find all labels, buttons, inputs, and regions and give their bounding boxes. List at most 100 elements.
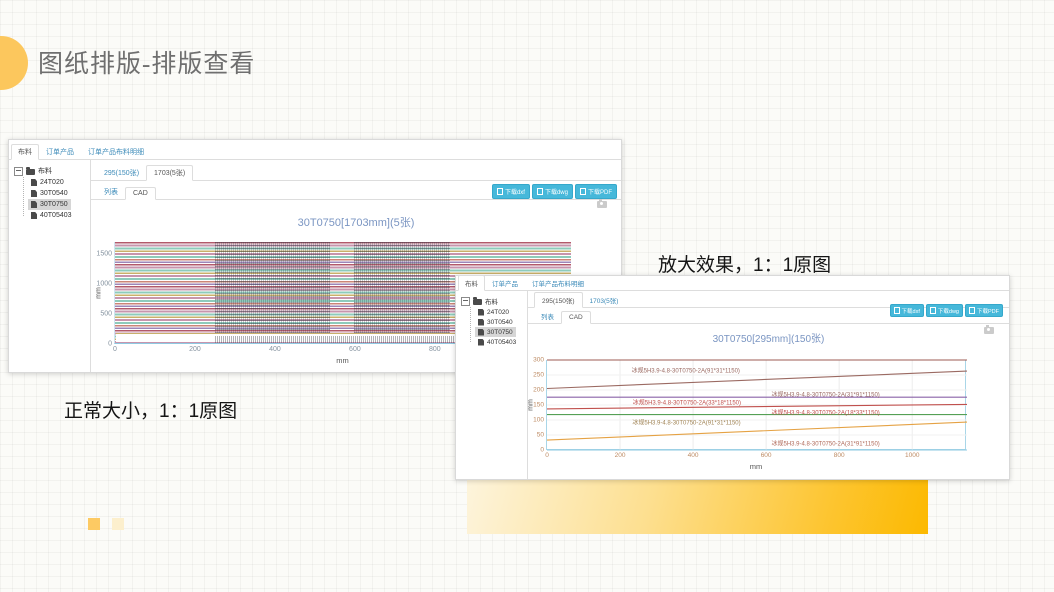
tab-1703[interactable]: 1703(5张): [146, 165, 193, 181]
download-dxf-button[interactable]: 下载dxf: [890, 304, 924, 317]
tree-item-selected[interactable]: 30T0750: [475, 327, 516, 337]
export-icon: [969, 307, 975, 314]
tab-295[interactable]: 295(150张): [97, 166, 146, 180]
deco-square-pale: [112, 518, 124, 530]
tree-item-label: 24T020: [487, 309, 509, 316]
tree-root[interactable]: 布料: [461, 295, 527, 307]
export-icon: [537, 188, 543, 195]
file-icon: [31, 201, 37, 208]
export-icon: [894, 307, 900, 314]
tree-item[interactable]: 24T020: [28, 177, 67, 188]
chart-title: 30T0750[1703mm](5张): [91, 214, 621, 230]
tree-item-label: 30T0750: [40, 201, 68, 208]
download-pdf-button[interactable]: 下载PDF: [575, 184, 617, 199]
tree-item[interactable]: 30T0540: [475, 317, 516, 327]
tick-label: 0: [113, 346, 117, 353]
tick-label: 500: [100, 311, 112, 318]
caption-normal-size: 正常大小，1：1原图: [64, 396, 237, 423]
tree-item[interactable]: 30T0540: [28, 188, 71, 199]
tick-label: 200: [533, 387, 544, 394]
tab-order-product[interactable]: 订单产品: [485, 276, 525, 290]
folder-icon: [26, 169, 35, 175]
tree-item[interactable]: 24T020: [475, 307, 512, 317]
tab-1703[interactable]: 1703(5张): [583, 293, 626, 307]
tree-root[interactable]: 布料: [14, 165, 90, 177]
tree-item[interactable]: 40T05403: [28, 210, 75, 221]
piece-label: 冰规5H3.9-4.8-30T0750-2A(33*18*1150): [633, 398, 741, 407]
expander-icon[interactable]: [14, 167, 23, 176]
tree-item[interactable]: 40T05403: [475, 337, 519, 347]
tree-root-label: 布料: [485, 296, 498, 306]
tree-item-selected[interactable]: 30T0750: [28, 199, 71, 210]
export-icon: [580, 188, 586, 195]
tab-list[interactable]: 列表: [97, 185, 125, 199]
deco-square-solid: [88, 518, 100, 530]
tab-fabric[interactable]: 布料: [458, 275, 485, 291]
nav-tabs: 布料 订单产品 订单产品布料明细: [9, 140, 621, 160]
tab-295[interactable]: 295(150张): [534, 292, 583, 308]
piece-label: 冰规5H3.9-4.8-30T0750-2A(18*33*1150): [772, 407, 880, 416]
tick-label: 150: [533, 402, 544, 409]
tab-list[interactable]: 列表: [534, 309, 561, 323]
file-icon: [478, 309, 484, 316]
file-icon: [31, 212, 37, 219]
nesting-plot-zoomed[interactable]: 冰规5H3.9-4.8-30T0750-2A(91*31*1150) 冰规5H3.…: [546, 360, 966, 450]
download-dwg-button[interactable]: 下载dwg: [926, 304, 963, 317]
tree-item-label: 30T0750: [487, 329, 513, 336]
tick-label: 0: [545, 452, 549, 459]
tick-label: 0: [108, 341, 112, 348]
tab-order-product-fabric-detail[interactable]: 订单产品布料明细: [81, 145, 151, 159]
expander-icon[interactable]: [461, 297, 470, 306]
tick-label: 600: [761, 452, 772, 459]
nav-tabs: 布料 订单产品 订单产品布料明细: [456, 276, 1009, 291]
dense-piece-labels: [215, 242, 330, 335]
export-icon: [930, 307, 936, 314]
piece-label: 冰规5H3.9-4.8-30T0750-2A(31*91*1150): [772, 389, 880, 398]
tree-item-label: 40T05403: [487, 339, 516, 346]
fabric-tree: 布料 24T020 30T0540 30T0750: [9, 160, 91, 372]
tick-label: 800: [429, 346, 441, 353]
tick-label: 1500: [96, 251, 112, 258]
caption-zoom-effect: 放大效果，1：1原图: [658, 250, 831, 277]
tick-label: 800: [834, 452, 845, 459]
tab-order-product[interactable]: 订单产品: [39, 145, 81, 159]
camera-icon[interactable]: [984, 327, 994, 334]
export-icon: [497, 188, 503, 195]
download-dxf-button[interactable]: 下载dxf: [492, 184, 530, 199]
y-axis-label: mm: [95, 287, 102, 299]
dense-piece-labels: [215, 336, 460, 343]
piece-label: 冰规5H3.9-4.8-30T0750-2A(91*31*1150): [632, 418, 740, 427]
download-dwg-button[interactable]: 下载dwg: [532, 184, 573, 199]
file-icon: [478, 319, 484, 326]
dense-piece-labels: [354, 242, 450, 335]
tree-root-label: 布料: [38, 166, 52, 176]
tab-fabric[interactable]: 布料: [11, 144, 39, 160]
tab-cad[interactable]: CAD: [561, 311, 591, 324]
chart-title: 30T0750[295mm](150张): [528, 330, 1009, 345]
tree-item-label: 40T05403: [40, 212, 72, 219]
piece-label: 冰规5H3.9-4.8-30T0750-2A(91*31*1150): [632, 366, 740, 375]
export-buttons: 下载dxf 下载dwg 下载PDF: [890, 304, 1003, 317]
tick-label: 1000: [905, 452, 919, 459]
piece-label: 冰规5H3.9-4.8-30T0750-2A(31*91*1150): [772, 439, 880, 448]
tick-label: 600: [349, 346, 361, 353]
page-title: 图纸排版-排版查看: [38, 44, 255, 80]
fabric-tree: 布料 24T020 30T0540 30T0750: [456, 291, 528, 479]
camera-icon[interactable]: [597, 201, 607, 208]
piece-annotations: 冰规5H3.9-4.8-30T0750-2A(91*31*1150) 冰规5H3.…: [547, 360, 965, 449]
file-icon: [31, 190, 37, 197]
tree-item-label: 30T0540: [487, 319, 513, 326]
tab-order-product-fabric-detail[interactable]: 订单产品布料明细: [525, 276, 591, 290]
tick-label: 400: [269, 346, 281, 353]
slide-accent-circle: [0, 36, 28, 90]
size-tabs: 295(150张) 1703(5张): [91, 160, 621, 181]
file-icon: [31, 179, 37, 186]
folder-icon: [473, 299, 482, 305]
bottom-gradient-bar: [467, 480, 928, 534]
tick-label: 200: [615, 452, 626, 459]
tick-label: 200: [189, 346, 201, 353]
tab-cad[interactable]: CAD: [125, 187, 156, 200]
slide: 图纸排版-排版查看 布料 订单产品 订单产品布料明细 布料 24T020: [0, 0, 1054, 592]
download-pdf-button[interactable]: 下载PDF: [965, 304, 1003, 317]
tick-label: 300: [533, 357, 544, 364]
